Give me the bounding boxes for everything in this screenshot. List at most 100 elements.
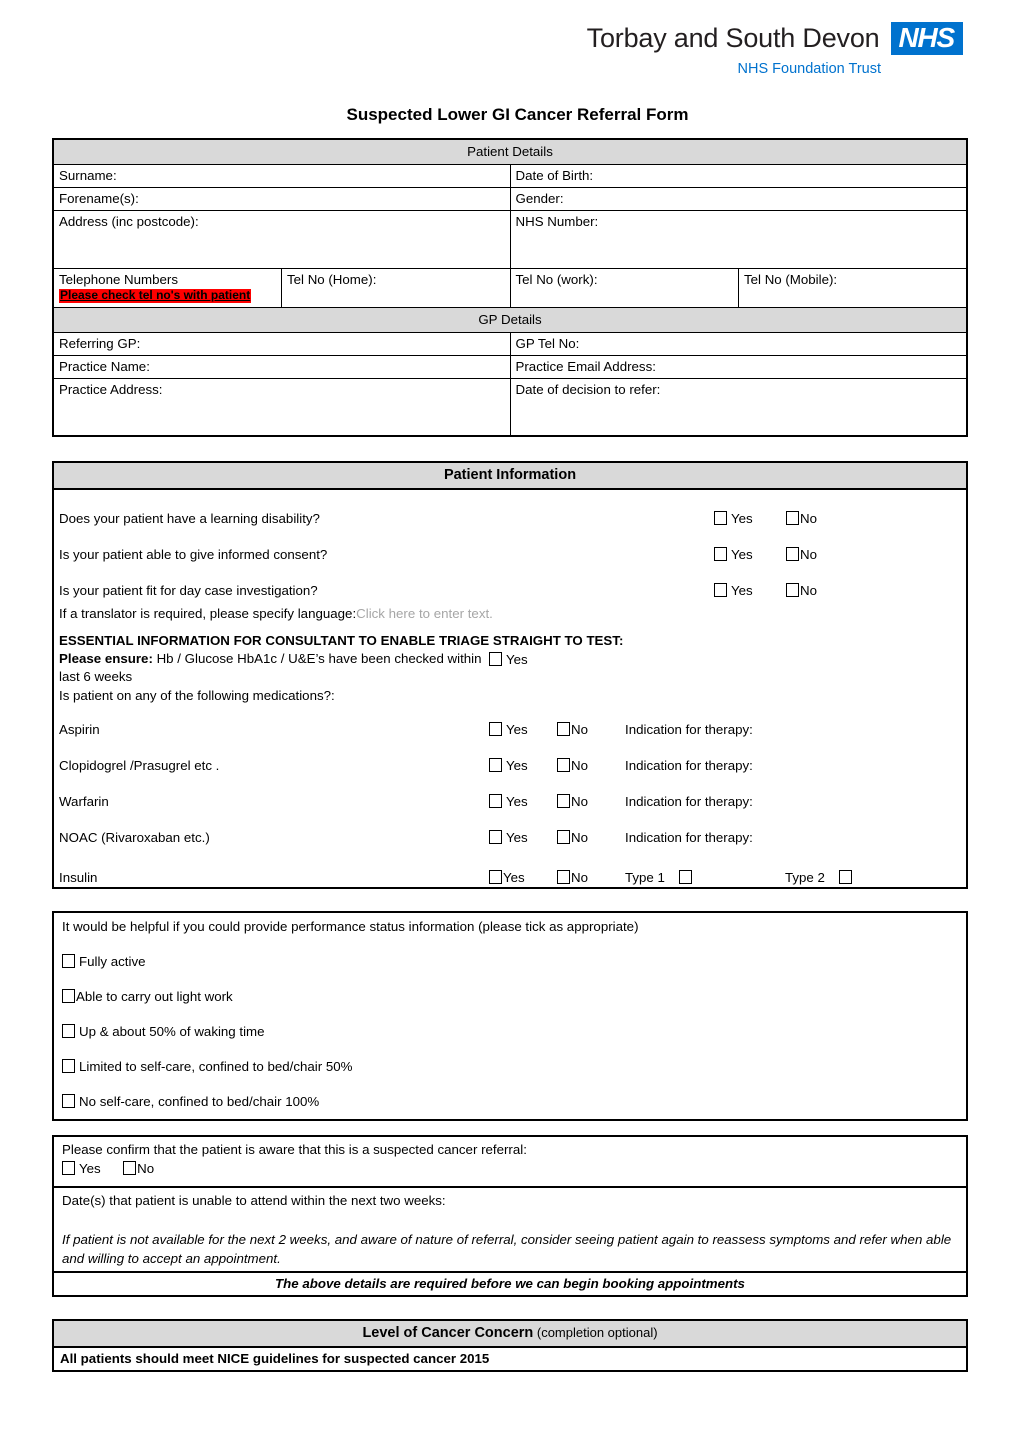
checkbox-label: Yes <box>506 793 528 809</box>
warfarin-indication-field[interactable]: Indication for therapy: <box>625 794 753 811</box>
performance-option-limited-self-care[interactable]: Limited to self-care, confined to bed/ch… <box>62 1058 958 1074</box>
learning-disability-no-checkbox[interactable]: No <box>786 510 817 528</box>
gp-tel-field[interactable]: GP Tel No: <box>509 331 968 356</box>
patient-details-table: Patient Details Surname: Date of Birth: … <box>52 137 968 438</box>
required-details-note: The above details are required before we… <box>275 1276 745 1292</box>
medication-name: NOAC (Rivaroxaban etc.) <box>59 829 210 845</box>
noac-yes-checkbox[interactable]: Yes <box>489 829 528 847</box>
learning-disability-question: Does your patient have a learning disabi… <box>59 511 320 527</box>
cancer-awareness-yes-checkbox[interactable]: Yes <box>62 1160 101 1178</box>
medication-row-noac: NOAC (Rivaroxaban etc.) Yes No Indicatio… <box>54 811 966 847</box>
insulin-type1-label: Type 1 <box>625 869 665 885</box>
patient-details-band: Patient Details <box>52 138 968 165</box>
practice-email-field[interactable]: Practice Email Address: <box>509 354 968 379</box>
confirmation-section: Please confirm that the patient is aware… <box>52 1134 968 1298</box>
checkbox-icon[interactable] <box>489 869 502 884</box>
checkbox-icon[interactable] <box>62 1058 75 1073</box>
checkbox-icon[interactable] <box>489 757 502 772</box>
checkbox-label: Yes <box>731 583 753 599</box>
aspirin-yes-checkbox[interactable]: Yes <box>489 721 528 739</box>
warfarin-yes-checkbox[interactable]: Yes <box>489 793 528 811</box>
clopidogrel-indication-field[interactable]: Indication for therapy: <box>625 758 753 775</box>
address-field[interactable]: Address (inc postcode): <box>52 209 511 269</box>
insulin-type2-group: Type 2 <box>785 869 852 887</box>
performance-option-light-work[interactable]: Able to carry out light work <box>62 988 958 1004</box>
checkbox-icon[interactable] <box>714 511 727 526</box>
nhs-number-field[interactable]: NHS Number: <box>509 209 968 269</box>
cancer-awareness-no-checkbox[interactable]: No <box>123 1160 154 1178</box>
checkbox-icon[interactable] <box>714 547 727 562</box>
aspirin-no-checkbox[interactable]: No <box>557 721 588 739</box>
gender-field[interactable]: Gender: <box>509 186 968 211</box>
patient-information-section: Patient Information Does your patient ha… <box>52 461 968 889</box>
day-case-no-checkbox[interactable]: No <box>786 582 817 600</box>
tel-mobile-field[interactable]: Tel No (Mobile): <box>738 267 968 308</box>
insulin-type1-checkbox[interactable] <box>678 869 692 884</box>
checkbox-icon[interactable] <box>557 829 570 844</box>
cancer-awareness-text: Please confirm that the patient is aware… <box>62 1141 527 1157</box>
checkbox-label: No <box>571 793 588 809</box>
medication-row-aspirin: Aspirin Yes No Indication for therapy: <box>54 703 966 739</box>
informed-consent-no-checkbox[interactable]: No <box>786 546 817 564</box>
learning-disability-yes-checkbox[interactable]: Yes <box>714 510 753 528</box>
checkbox-icon[interactable] <box>489 829 502 844</box>
table-row: Forename(s): Gender: <box>52 186 968 211</box>
checkbox-icon[interactable] <box>557 869 570 884</box>
unavailable-dates-label[interactable]: Date(s) that patient is unable to attend… <box>62 1193 958 1208</box>
checkbox-icon[interactable] <box>62 988 75 1003</box>
checkbox-icon[interactable] <box>489 652 502 667</box>
checkbox-icon[interactable] <box>62 1160 75 1175</box>
telephone-numbers-label: Telephone Numbers <box>59 271 179 287</box>
medication-name: Insulin <box>59 869 98 885</box>
performance-option-no-self-care[interactable]: No self-care, confined to bed/chair 100% <box>62 1093 958 1109</box>
bloods-checked-yes-checkbox[interactable]: Yes <box>489 651 528 669</box>
tel-work-field[interactable]: Tel No (work): <box>509 267 739 308</box>
checkbox-icon[interactable] <box>714 583 727 598</box>
tel-home-field[interactable]: Tel No (Home): <box>281 267 511 308</box>
checkbox-icon[interactable] <box>786 583 799 598</box>
medication-row-insulin: Insulin Yes No Type 1 Type 2 <box>54 847 966 887</box>
informed-consent-yes-checkbox[interactable]: Yes <box>714 546 753 564</box>
insulin-yes-checkbox[interactable]: Yes <box>489 869 525 887</box>
surname-field[interactable]: Surname: <box>52 163 511 188</box>
clopidogrel-yes-checkbox[interactable]: Yes <box>489 757 528 775</box>
checkbox-icon[interactable] <box>786 547 799 562</box>
unavailable-dates-row: Date(s) that patient is unable to attend… <box>54 1188 966 1272</box>
checkbox-icon[interactable] <box>489 793 502 808</box>
table-row: Address (inc postcode): NHS Number: <box>52 209 968 269</box>
question-row: Does your patient have a learning disabi… <box>54 492 966 528</box>
dob-field[interactable]: Date of Birth: <box>509 163 968 188</box>
checkbox-icon[interactable] <box>123 1160 137 1175</box>
cancer-concern-title: Level of Cancer Concern <box>362 1325 534 1342</box>
checkbox-icon[interactable] <box>62 953 75 968</box>
checkbox-icon[interactable] <box>557 721 570 736</box>
checkbox-icon[interactable] <box>489 721 502 736</box>
translator-row: If a translator is required, please spec… <box>54 600 966 621</box>
checkbox-icon[interactable] <box>557 793 570 808</box>
clopidogrel-no-checkbox[interactable]: No <box>557 757 588 775</box>
warfarin-no-checkbox[interactable]: No <box>557 793 588 811</box>
checkbox-label: No <box>800 511 817 527</box>
noac-indication-field[interactable]: Indication for therapy: <box>625 830 753 847</box>
checkbox-icon[interactable] <box>786 511 799 526</box>
decision-date-field[interactable]: Date of decision to refer: <box>509 377 968 437</box>
aspirin-indication-field[interactable]: Indication for therapy: <box>625 722 753 739</box>
noac-no-checkbox[interactable]: No <box>557 829 588 847</box>
day-case-yes-checkbox[interactable]: Yes <box>714 582 753 600</box>
performance-option-fully-active[interactable]: Fully active <box>62 953 958 969</box>
checkbox-icon[interactable] <box>62 1093 75 1108</box>
nice-guidelines-note: All patients should meet NICE guidelines… <box>60 1351 490 1367</box>
referring-gp-field[interactable]: Referring GP: <box>52 331 511 356</box>
checkbox-label: Yes <box>506 721 528 737</box>
day-case-fitness-question: Is your patient fit for day case investi… <box>59 583 318 599</box>
insulin-type2-checkbox[interactable] <box>838 869 852 884</box>
translator-input[interactable]: Click here to enter text. <box>356 606 493 621</box>
practice-name-field[interactable]: Practice Name: <box>52 354 511 379</box>
performance-option-up-about-50[interactable]: Up & about 50% of waking time <box>62 1023 958 1039</box>
medication-name: Warfarin <box>59 793 109 809</box>
checkbox-icon[interactable] <box>62 1023 75 1038</box>
practice-address-field[interactable]: Practice Address: <box>52 377 511 437</box>
insulin-no-checkbox[interactable]: No <box>557 869 588 887</box>
forename-field[interactable]: Forename(s): <box>52 186 511 211</box>
checkbox-icon[interactable] <box>557 757 570 772</box>
